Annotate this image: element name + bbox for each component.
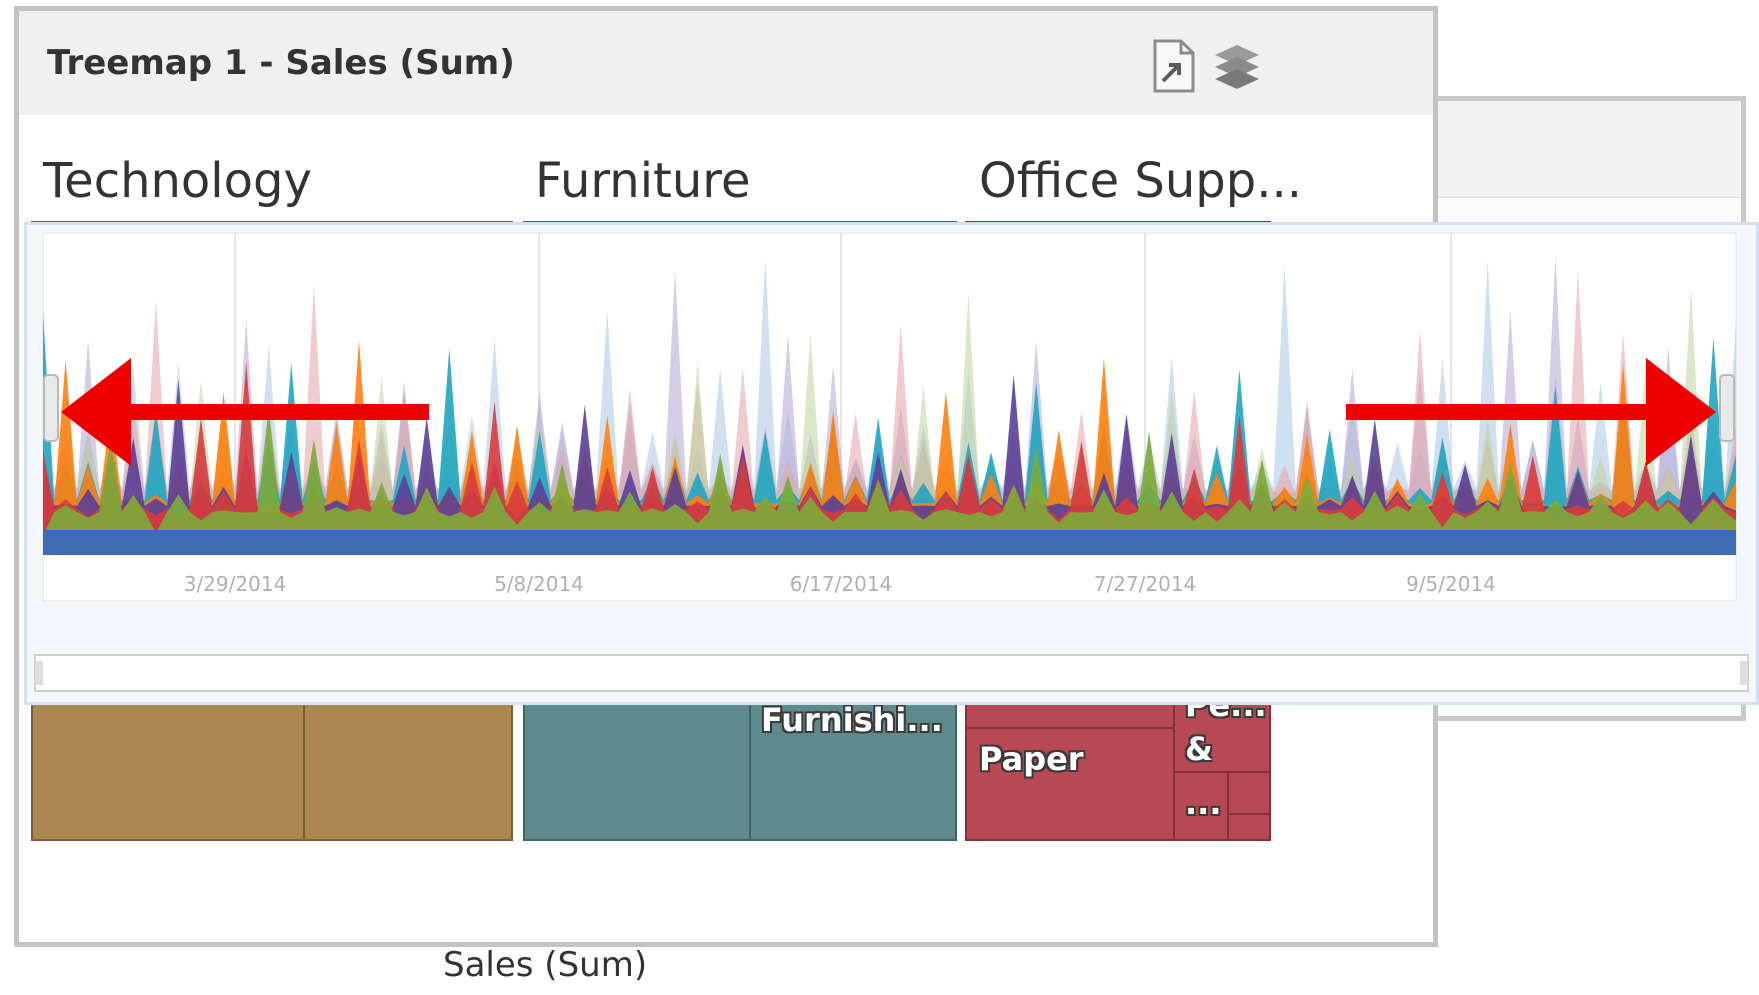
scrollbar-right-handle[interactable] (1740, 661, 1748, 685)
treemap-tile-small-1[interactable]: ... (1173, 771, 1229, 841)
category-label-office-supplies: Office Supp... (979, 153, 1302, 209)
x-tick-label: 5/8/2014 (494, 572, 584, 596)
scrollbar-left-handle[interactable] (35, 661, 43, 685)
timeline-overlay[interactable]: 3/29/2014 5/8/2014 6/17/2014 7/27/2014 9/5/2… (24, 222, 1759, 705)
window-header: Treemap 1 - Sales (Sum) (19, 11, 1433, 115)
category-label-technology: Technology (43, 153, 312, 209)
x-tick-label: 7/27/2014 (1094, 572, 1197, 596)
area-series-base (43, 530, 1736, 555)
timeline-scrollbar[interactable] (34, 654, 1749, 692)
layers-icon[interactable] (1211, 37, 1263, 95)
treemap-size-caption: Sales (Sum) (443, 945, 648, 985)
treemap-tile-small-3[interactable] (1227, 813, 1271, 841)
tile-label-ellipsis: ... (1185, 784, 1222, 822)
timeline-chart[interactable]: 3/29/2014 5/8/2014 6/17/2014 7/27/2014 9/5/2… (27, 225, 1756, 702)
category-label-furniture: Furniture (535, 153, 751, 209)
x-tick-label: 3/29/2014 (184, 572, 287, 596)
tile-label-paper: Paper (979, 740, 1084, 778)
treemap-tile-small-2[interactable] (1227, 771, 1271, 815)
range-handle-left[interactable] (43, 374, 59, 442)
range-handle-right[interactable] (1719, 374, 1735, 442)
export-document-icon[interactable] (1149, 37, 1201, 95)
treemap-tile-paper[interactable]: Paper (965, 727, 1175, 841)
window-title: Treemap 1 - Sales (Sum) (47, 43, 515, 83)
x-tick-label: 9/5/2014 (1406, 572, 1496, 596)
x-tick-label: 6/17/2014 (790, 572, 893, 596)
tile-label-line: & (1185, 730, 1213, 768)
